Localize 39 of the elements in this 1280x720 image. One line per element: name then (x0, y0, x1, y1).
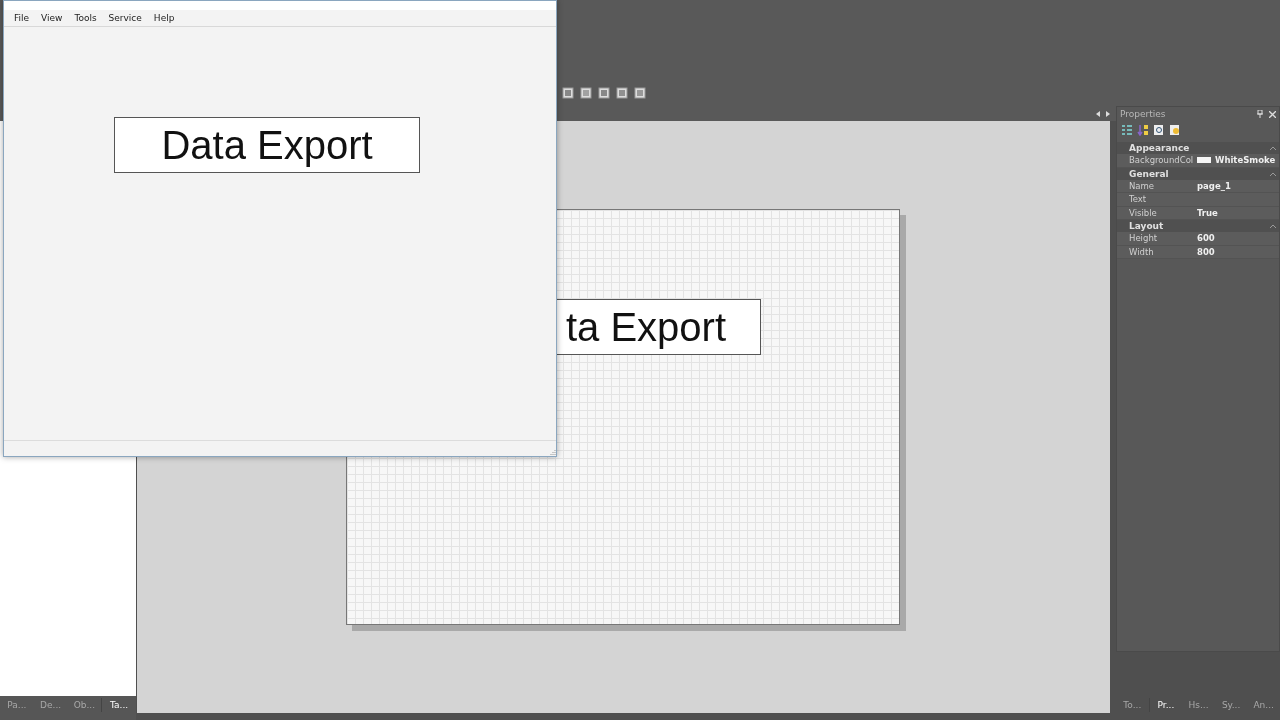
collapse-icon[interactable] (1270, 224, 1276, 228)
panel-title: Properties (1120, 109, 1167, 119)
panel-tab[interactable]: Sy... (1214, 698, 1248, 712)
property-value[interactable]: True (1197, 207, 1279, 218)
panel-tab[interactable]: Hs... (1182, 698, 1215, 712)
menu-item[interactable]: Service (102, 13, 148, 23)
property-name: Text (1129, 194, 1148, 205)
arrow-right-icon[interactable] (1106, 111, 1110, 117)
property-name: Height (1129, 233, 1159, 244)
panel-tab[interactable]: Ob... (67, 698, 102, 712)
panel-tab[interactable]: To... (1116, 698, 1149, 712)
panel-tab[interactable]: Pr... (1148, 698, 1183, 712)
menu-item[interactable]: Help (147, 13, 181, 23)
panel-tab[interactable]: De... (33, 698, 68, 712)
panel-tab[interactable]: An... (1247, 698, 1280, 712)
panel-tab[interactable]: Pa... (0, 698, 34, 712)
sort-icon[interactable] (1137, 124, 1149, 136)
menu-item[interactable]: View (35, 13, 69, 23)
text-label[interactable]: ta Export (557, 299, 761, 355)
menu-item[interactable]: Tools (68, 13, 103, 23)
property-name: Width (1129, 246, 1155, 257)
menu-item[interactable]: File (8, 13, 36, 23)
property-value[interactable]: 600 (1197, 233, 1279, 244)
collapse-icon[interactable] (1270, 171, 1276, 176)
panel-tab[interactable]: Ta... (101, 698, 136, 712)
property-name: Name (1129, 180, 1156, 191)
property-name: Visible (1129, 207, 1158, 218)
categorized-icon[interactable] (1121, 124, 1133, 136)
property-value[interactable]: 800 (1197, 246, 1279, 257)
resize-grip-icon[interactable] (549, 449, 556, 456)
property-value[interactable]: WhiteSmoke (1197, 155, 1279, 166)
pin-icon[interactable] (1257, 110, 1263, 118)
close-icon[interactable] (1269, 110, 1276, 118)
search-icon[interactable] (1153, 124, 1165, 136)
collapse-icon[interactable] (1270, 146, 1276, 150)
report-title: Data Export (114, 117, 420, 173)
arrow-left-icon[interactable] (1096, 111, 1100, 117)
property-name: BackgroundCol (1129, 155, 1195, 166)
property-value[interactable]: page_1 (1197, 180, 1279, 191)
